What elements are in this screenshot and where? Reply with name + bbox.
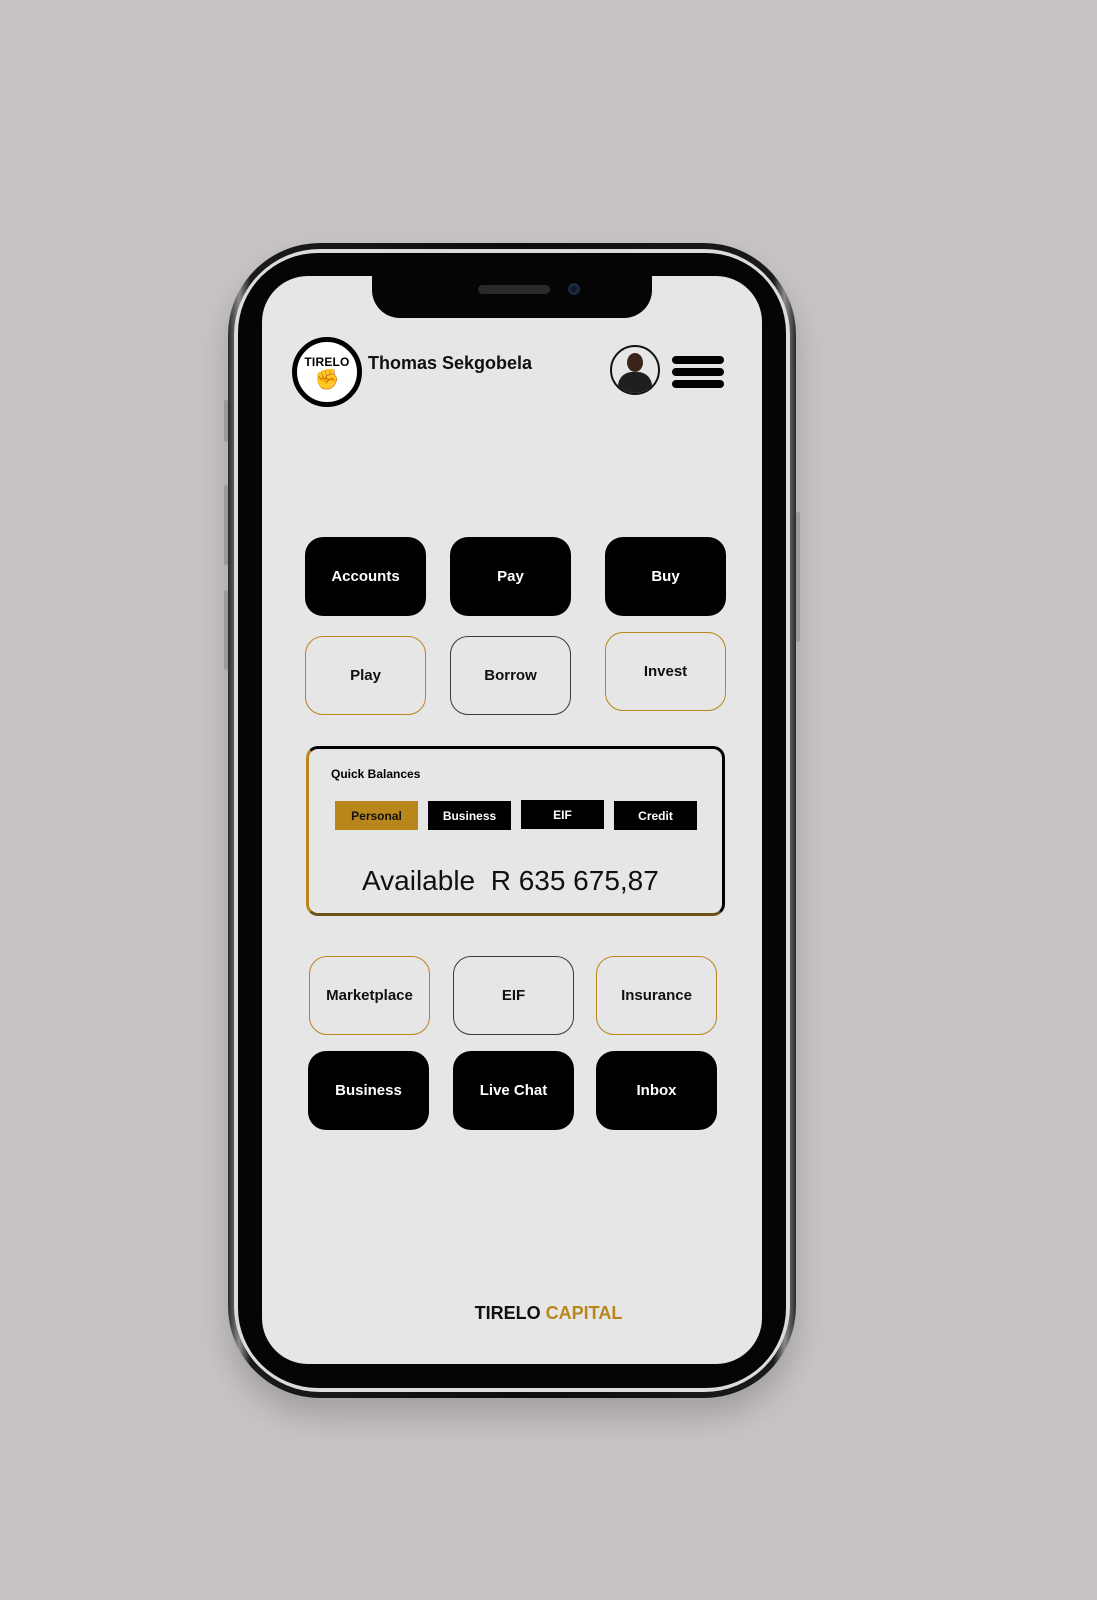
hamburger-menu-icon[interactable] — [672, 356, 724, 388]
insurance-button[interactable]: Insurance — [596, 956, 717, 1035]
mute-switch — [224, 400, 228, 442]
tab-eif-label: EIF — [553, 807, 572, 822]
available-amount: R 635 675,87 — [490, 865, 659, 896]
avatar[interactable] — [610, 345, 660, 395]
avatar-head — [627, 353, 643, 372]
tab-personal[interactable]: Personal — [335, 801, 418, 830]
available-balance: Available R 635 675,87 — [362, 865, 659, 897]
inbox-button-label: Inbox — [636, 1082, 677, 1099]
speaker-grille — [478, 285, 550, 294]
inbox-button[interactable]: Inbox — [596, 1051, 717, 1130]
front-camera — [568, 283, 580, 295]
buy-button[interactable]: Buy — [605, 537, 726, 616]
pay-button-label: Pay — [497, 568, 524, 585]
buy-button-label: Buy — [651, 568, 680, 585]
live-chat-button-label: Live Chat — [479, 1082, 548, 1099]
volume-down-button — [224, 590, 228, 670]
tab-business-label: Business — [442, 808, 497, 823]
borrow-button-label: Borrow — [484, 667, 537, 684]
marketplace-button[interactable]: Marketplace — [309, 956, 430, 1035]
invest-button[interactable]: Invest — [605, 632, 726, 711]
business-button-label: Business — [335, 1082, 402, 1099]
menu-bar — [672, 356, 724, 364]
menu-bar — [672, 368, 724, 376]
borrow-button[interactable]: Borrow — [450, 636, 571, 715]
live-chat-button[interactable]: Live Chat — [453, 1051, 574, 1130]
tab-credit-label: Credit — [638, 808, 673, 823]
pay-button[interactable]: Pay — [450, 537, 571, 616]
play-button[interactable]: Play — [305, 636, 426, 715]
marketplace-button-label: Marketplace — [326, 987, 413, 1004]
tab-credit[interactable]: Credit — [614, 801, 697, 830]
accounts-button[interactable]: Accounts — [305, 537, 426, 616]
accounts-button-label: Accounts — [331, 568, 400, 585]
avatar-body — [618, 372, 652, 393]
menu-bar — [672, 380, 724, 388]
tirelo-logo[interactable]: TIRELO ✊ — [292, 337, 362, 407]
brand-suffix: CAPITAL — [545, 1303, 623, 1323]
power-button — [796, 512, 800, 642]
available-label: Available — [362, 865, 476, 896]
quick-balances-card: Quick Balances Personal Business EIF Cre… — [306, 746, 725, 916]
user-name: Thomas Sekgobela — [368, 353, 533, 373]
eif-button[interactable]: EIF — [453, 956, 574, 1035]
footer-brand: TIRELO CAPITAL — [0, 1303, 1097, 1324]
invest-button-label: Invest — [643, 663, 688, 680]
play-button-label: Play — [350, 667, 381, 684]
tab-personal-label: Personal — [351, 808, 402, 823]
eif-button-label: EIF — [501, 987, 526, 1004]
business-button[interactable]: Business — [308, 1051, 429, 1130]
brand-name: TIRELO — [474, 1303, 541, 1323]
logo-text: TIRELO — [304, 355, 350, 369]
insurance-button-label: Insurance — [621, 987, 692, 1004]
raised-fist-icon: ✊ — [314, 369, 340, 391]
volume-up-button — [224, 485, 228, 565]
tab-business[interactable]: Business — [428, 801, 511, 830]
tab-eif[interactable]: EIF — [521, 800, 604, 829]
quick-balances-title: Quick Balances — [331, 767, 421, 781]
